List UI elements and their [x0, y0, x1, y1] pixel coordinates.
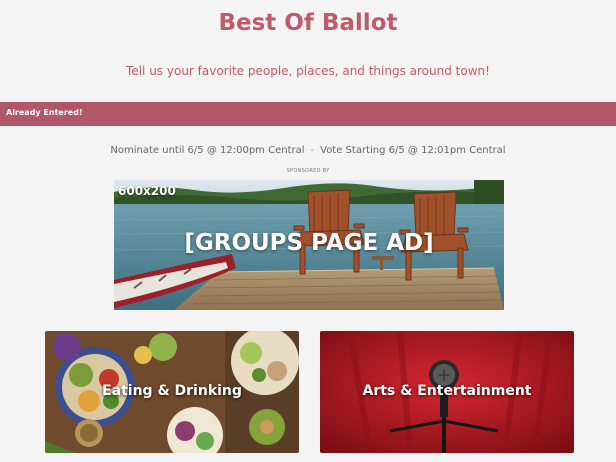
- category-tile-eating-drinking[interactable]: Eating & Drinking: [45, 331, 299, 453]
- page-subtitle: Tell us your favorite people, places, an…: [126, 64, 490, 78]
- vote-start: Vote Starting 6/5 @ 12:01pm Central: [320, 145, 506, 156]
- status-banner-text: Already Entered!: [6, 108, 83, 117]
- category-label: Arts & Entertainment: [362, 383, 532, 399]
- schedule-separator: -: [310, 145, 315, 156]
- status-banner: Already Entered!: [0, 102, 616, 126]
- schedule-line: Nominate until 6/5 @ 12:00pm Central - Vot…: [0, 145, 616, 156]
- ad-placeholder-text: [GROUPS PAGE AD]: [184, 230, 434, 256]
- sponsored-label: SPONSORED BY: [286, 168, 330, 174]
- category-tile-arts-entertainment[interactable]: Arts & Entertainment: [320, 331, 574, 453]
- nominate-deadline: Nominate until 6/5 @ 12:00pm Central: [110, 145, 305, 156]
- category-label: Eating & Drinking: [102, 383, 242, 399]
- ad-size-label: 600x200: [118, 184, 176, 198]
- sponsor-ad[interactable]: 600x200 [GROUPS PAGE AD]: [114, 180, 504, 310]
- page-title: Best Of Ballot: [218, 10, 398, 36]
